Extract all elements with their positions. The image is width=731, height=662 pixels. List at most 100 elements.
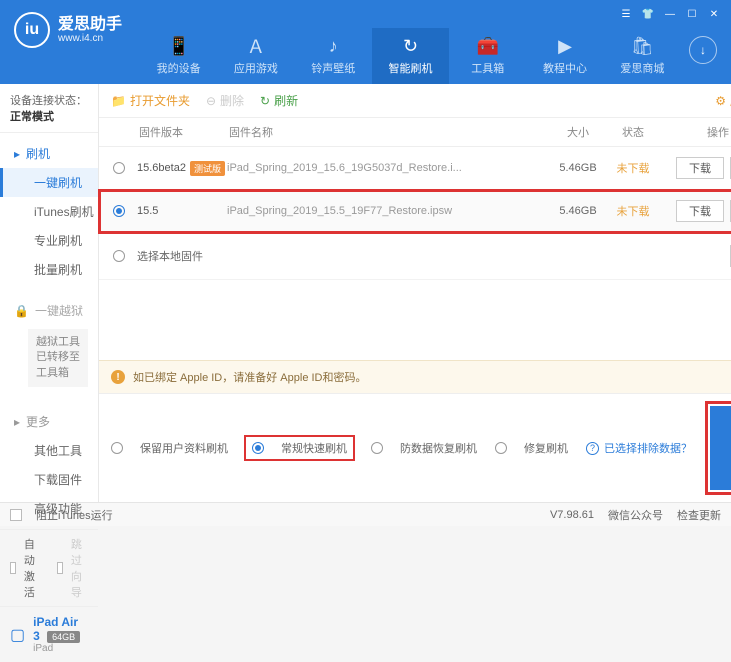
main-panel: 📁 打开文件夹 ⊖ 删除 ↻ 刷新 ⚙ 刷机设置 固件版本 固件名称 大小 状态…	[99, 84, 731, 502]
auto-activate-checkbox[interactable]	[10, 562, 16, 574]
section-jailbreak[interactable]: 🔒 一键越狱	[0, 296, 98, 325]
jailbreak-note: 越狱工具已转移至工具箱	[28, 329, 88, 387]
nav-label: 爱思商城	[620, 60, 664, 76]
close-icon[interactable]: ✕	[705, 7, 723, 21]
nav-label: 铃声壁纸	[311, 60, 355, 76]
nav-icon: Ａ	[246, 36, 266, 56]
firmware-radio[interactable]	[113, 205, 125, 217]
firmware-state: 未下载	[608, 203, 658, 219]
sidebar-flash-item[interactable]: 专业刷机	[0, 226, 98, 255]
local-firmware-radio[interactable]	[113, 250, 125, 262]
sidebar-options-row: 自动激活 跳过向导	[0, 529, 98, 606]
app-header: ☰ 👕 — ☐ ✕ iu 爱思助手 www.i4.cn 📱 我的设备 Ａ 应用游戏 ♪铃…	[0, 0, 731, 84]
download-button[interactable]: 下载	[676, 200, 724, 222]
mode-radio[interactable]	[111, 442, 123, 454]
refresh-button[interactable]: ↻ 刷新	[260, 92, 298, 109]
section-more[interactable]: ▸ 更多	[0, 407, 98, 436]
nav-5[interactable]: ▶ 教程中心	[526, 28, 603, 84]
wechat-link[interactable]: 微信公众号	[608, 507, 663, 523]
flash-mode-option[interactable]: 修复刷机	[495, 440, 568, 456]
beta-badge: 测试版	[190, 161, 225, 176]
device-info[interactable]: ▢ iPad Air 3 64GB iPad	[0, 606, 98, 662]
skip-guide-checkbox[interactable]	[57, 562, 63, 574]
firmware-row[interactable]: 15.6beta2测试版 iPad_Spring_2019_15.6_19G50…	[99, 147, 731, 190]
info-icon: ?	[586, 442, 599, 455]
firmware-name: iPad_Spring_2019_15.6_19G5037d_Restore.i…	[227, 162, 548, 174]
nav-icon: 📱	[169, 36, 189, 56]
toolbar: 📁 打开文件夹 ⊖ 删除 ↻ 刷新 ⚙ 刷机设置	[99, 84, 731, 118]
nav-icon: 🛍	[632, 36, 652, 56]
flash-mode-option[interactable]: 常规快速刷机	[246, 437, 353, 459]
device-capacity: 64GB	[47, 631, 80, 643]
connection-status: 设备连接状态：正常模式	[0, 84, 98, 133]
flash-mode-bar: 保留用户资料刷机 常规快速刷机 防数据恢复刷机 修复刷机 ?已选择排除数据？ 立即刷机	[99, 393, 731, 502]
firmware-size: 5.46GB	[548, 205, 608, 217]
warning-icon: !	[111, 370, 125, 384]
sidebar-flash-item[interactable]: 批量刷机	[0, 255, 98, 284]
firmware-radio[interactable]	[113, 162, 125, 174]
nav-label: 应用游戏	[234, 60, 278, 76]
sidebar: 设备连接状态：正常模式 ▸ 刷机 一键刷机iTunes刷机专业刷机批量刷机 🔒 …	[0, 84, 99, 502]
open-folder-button[interactable]: 📁 打开文件夹	[111, 92, 190, 109]
auto-activate-label: 自动激活	[24, 536, 41, 600]
warning-text: 如已绑定 Apple ID，请准备好 Apple ID和密码。	[133, 369, 367, 385]
mode-radio[interactable]	[252, 442, 264, 454]
nav-icon: ↻	[400, 36, 420, 56]
col-name: 固件名称	[229, 124, 548, 140]
nav-1[interactable]: Ａ 应用游戏	[217, 28, 294, 84]
nav-label: 智能刷机	[388, 60, 432, 76]
firmware-row[interactable]: 15.5 iPad_Spring_2019_15.5_19F77_Restore…	[99, 190, 731, 233]
sidebar-flash-item[interactable]: 一键刷机	[0, 168, 98, 197]
local-firmware-row: 选择本地固件 导入	[99, 233, 731, 280]
sidebar-more-item[interactable]: 其他工具	[0, 436, 98, 465]
maximize-icon[interactable]: ☐	[683, 7, 701, 21]
logo-icon: iu	[14, 12, 50, 48]
flash-now-button[interactable]: 立即刷机	[710, 406, 731, 490]
mode-radio[interactable]	[495, 442, 507, 454]
brand: iu 爱思助手 www.i4.cn	[14, 12, 122, 48]
check-update-link[interactable]: 检查更新	[677, 507, 721, 523]
version-label: V7.98.61	[550, 509, 594, 521]
menu-icon[interactable]: ☰	[617, 7, 635, 21]
nav-label: 教程中心	[543, 60, 587, 76]
nav-6[interactable]: 🛍 爱思商城	[604, 28, 681, 84]
nav-3[interactable]: ↻ 智能刷机	[372, 28, 449, 84]
sidebar-flash-item[interactable]: iTunes刷机	[0, 197, 98, 226]
appleid-warning: ! 如已绑定 Apple ID，请准备好 Apple ID和密码。 ×	[99, 360, 731, 393]
app-title: 爱思助手	[58, 17, 122, 33]
skip-guide-label: 跳过向导	[71, 536, 88, 600]
exclude-info[interactable]: ?已选择排除数据？	[586, 440, 692, 456]
flash-settings-button[interactable]: ⚙ 刷机设置	[715, 92, 731, 109]
section-flash[interactable]: ▸ 刷机	[0, 139, 98, 168]
mode-radio[interactable]	[371, 442, 383, 454]
firmware-name: iPad_Spring_2019_15.5_19F77_Restore.ipsw	[227, 205, 548, 217]
nav-2[interactable]: ♪铃声壁纸	[295, 28, 372, 84]
nav-icon: ▶	[555, 36, 575, 56]
download-button[interactable]: 下载	[676, 157, 724, 179]
col-version: 固件版本	[139, 124, 229, 140]
firmware-state: 未下载	[608, 160, 658, 176]
firmware-size: 5.46GB	[548, 162, 608, 174]
delete-button[interactable]: ⊖ 删除	[206, 92, 244, 109]
device-icon: ▢	[10, 625, 25, 645]
nav-0[interactable]: 📱 我的设备	[140, 28, 217, 84]
status-bar: 阻止iTunes运行 V7.98.61 微信公众号 检查更新	[0, 502, 731, 526]
nav-icon: 🧰	[478, 36, 498, 56]
minimize-icon[interactable]: —	[661, 7, 679, 21]
col-state: 状态	[608, 124, 658, 140]
firmware-version: 15.6beta2测试版	[137, 161, 227, 176]
sidebar-more-item[interactable]: 下载固件	[0, 465, 98, 494]
local-firmware-label: 选择本地固件	[137, 248, 203, 264]
nav-4[interactable]: 🧰工具箱	[449, 28, 526, 84]
nav-label: 我的设备	[157, 60, 201, 76]
flash-mode-option[interactable]: 防数据恢复刷机	[371, 440, 477, 456]
table-header: 固件版本 固件名称 大小 状态 操作	[99, 118, 731, 147]
download-manager-icon[interactable]: ↓	[689, 36, 717, 64]
skin-icon[interactable]: 👕	[639, 7, 657, 21]
main-nav: 📱 我的设备 Ａ 应用游戏 ♪铃声壁纸 ↻ 智能刷机 🧰工具箱 ▶ 教程中心 🛍 爱思商城	[140, 28, 681, 84]
col-size: 大小	[548, 124, 608, 140]
firmware-version: 15.5	[137, 205, 227, 217]
sidebar-more-item[interactable]: 高级功能	[0, 494, 98, 523]
col-ops: 操作	[658, 124, 731, 140]
flash-mode-option[interactable]: 保留用户资料刷机	[111, 440, 228, 456]
